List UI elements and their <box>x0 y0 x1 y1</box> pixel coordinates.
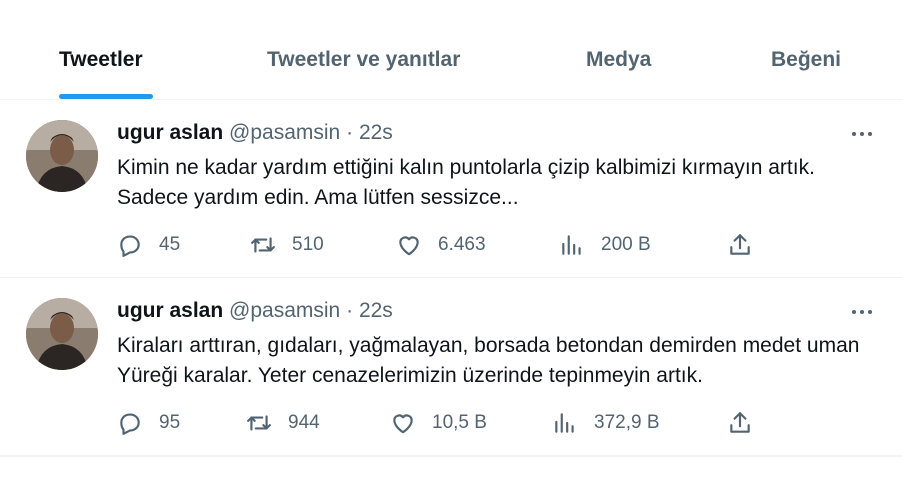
tweet-header: ugur aslan @pasamsin · 22s <box>117 298 393 324</box>
retweet-count: 944 <box>288 412 320 433</box>
reply-button[interactable]: 95 <box>117 408 180 438</box>
like-button[interactable]: 6.463 <box>396 230 486 260</box>
tab-tweets[interactable]: Tweetler <box>59 48 143 72</box>
like-button[interactable]: 10,5 B <box>390 408 487 438</box>
avatar[interactable] <box>26 298 98 370</box>
share-button[interactable] <box>727 230 753 260</box>
tweet-header: ugur aslan @pasamsin · 22s <box>117 120 393 146</box>
author-handle[interactable]: @pasamsin <box>229 121 340 144</box>
retweet-icon <box>251 237 275 253</box>
retweet-button[interactable]: 510 <box>250 230 324 260</box>
author-name[interactable]: ugur aslan <box>117 299 223 322</box>
share-icon <box>730 234 750 255</box>
avatar[interactable] <box>26 120 98 192</box>
retweet-icon <box>247 415 271 431</box>
more-dots-icon[interactable] <box>848 120 876 146</box>
heart-icon <box>393 414 413 434</box>
tweet-time[interactable]: 22s <box>359 299 393 322</box>
author-name[interactable]: ugur aslan <box>117 121 223 144</box>
reply-count: 45 <box>159 234 181 255</box>
share-button[interactable] <box>727 408 753 438</box>
view-count: 372,9 B <box>594 412 660 433</box>
tab-tweets-and-replies[interactable]: Tweetler ve yanıtlar <box>267 48 460 72</box>
tweet-time[interactable]: 22s <box>359 121 393 144</box>
like-count: 6.463 <box>438 234 486 255</box>
tweet-text: Kiraları arttıran, gıdaları, yağmalayan,… <box>117 334 860 387</box>
views-bar-chart-icon <box>562 235 581 255</box>
views-button[interactable]: 200 B <box>559 230 651 260</box>
retweet-count: 510 <box>292 234 324 255</box>
profile-tabs: Tweetler Tweetler ve yanıtlar Medya Beğe… <box>0 0 902 100</box>
separator-dot: · <box>346 299 354 322</box>
tweet-text: Kimin ne kadar yardım ettiğini kalın pun… <box>117 156 815 209</box>
heart-icon <box>399 236 419 256</box>
avatar-photo-icon <box>26 120 98 192</box>
avatar-photo-icon <box>26 298 98 370</box>
views-button[interactable]: 372,9 B <box>552 408 660 438</box>
tab-media[interactable]: Medya <box>586 48 651 72</box>
view-count: 200 B <box>601 234 651 255</box>
reply-icon <box>120 413 140 435</box>
author-handle[interactable]: @pasamsin <box>229 299 340 322</box>
next-section-card <box>0 456 902 486</box>
more-dots-icon[interactable] <box>848 298 876 324</box>
share-icon <box>730 412 750 433</box>
like-count: 10,5 B <box>432 412 487 433</box>
tweet-card[interactable]: ugur aslan @pasamsin · 22s Kimin ne kada… <box>0 100 902 278</box>
separator-dot: · <box>346 121 354 144</box>
tweet-card[interactable]: ugur aslan @pasamsin · 22s Kiraları artt… <box>0 278 902 456</box>
reply-icon <box>120 235 140 257</box>
reply-count: 95 <box>159 412 181 433</box>
reply-button[interactable]: 45 <box>117 230 180 260</box>
views-bar-chart-icon <box>555 413 574 433</box>
tab-likes[interactable]: Beğeni <box>771 48 841 72</box>
retweet-button[interactable]: 944 <box>246 408 320 438</box>
